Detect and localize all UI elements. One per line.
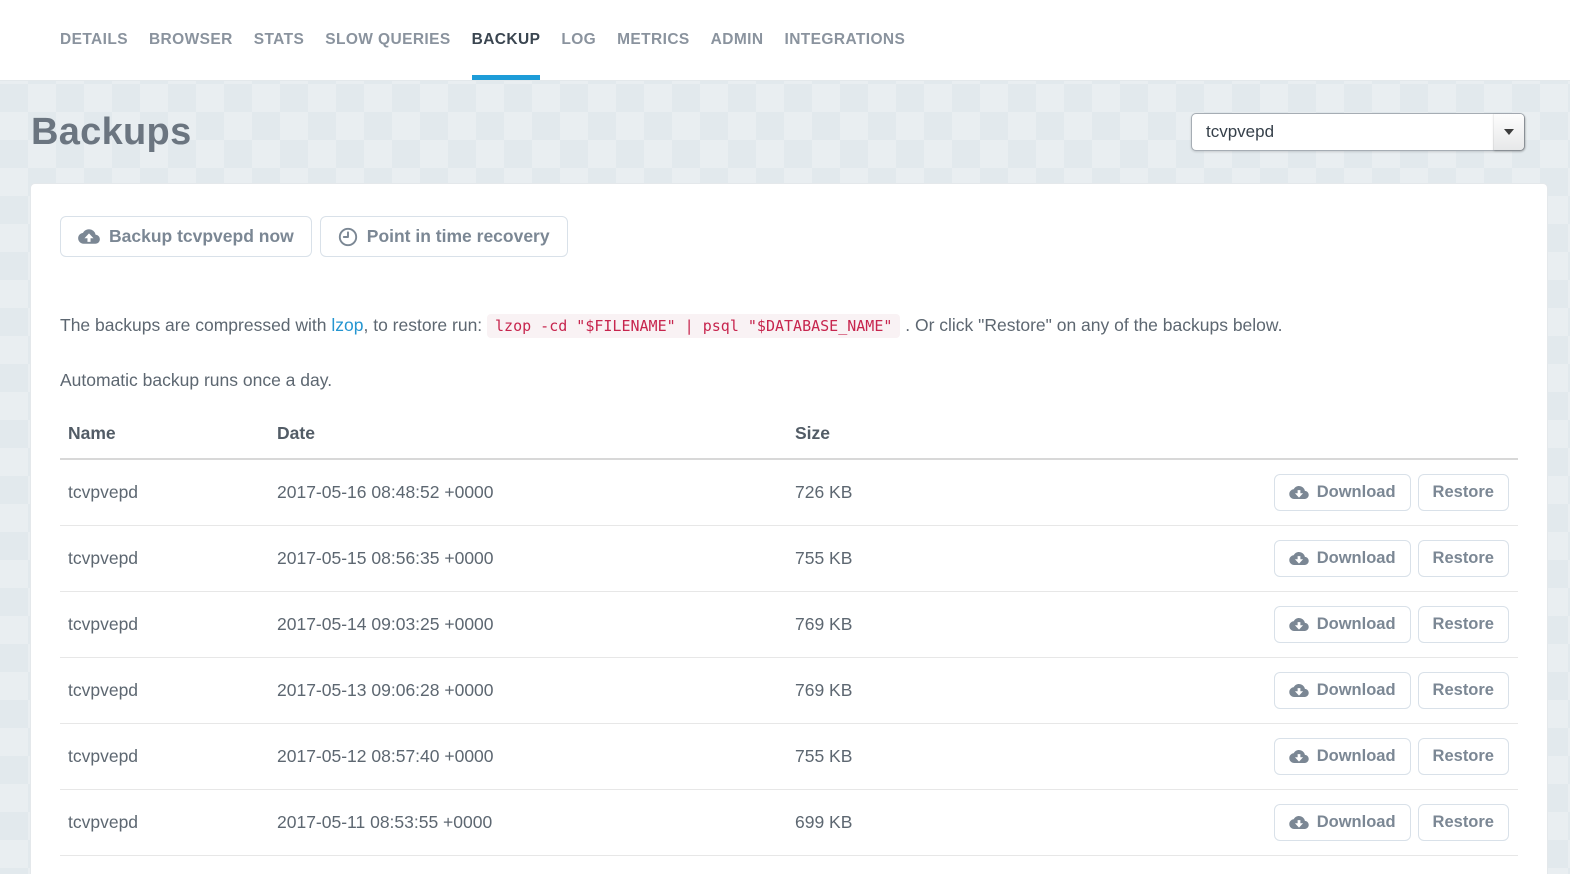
restore-label: Restore: [1432, 680, 1494, 699]
backup-name: tcvpvepd: [60, 789, 269, 856]
restore-button[interactable]: Restore: [1417, 539, 1509, 577]
restore-label: Restore: [1432, 548, 1494, 567]
cloud-upload-icon: [78, 229, 100, 244]
tab-admin[interactable]: ADMIN: [711, 0, 764, 80]
pitr-label: Point in time recovery: [366, 226, 550, 246]
backup-now-label: Backup tcvpvepd now: [109, 226, 294, 246]
tab-log[interactable]: LOG: [561, 0, 596, 80]
download-label: Download: [1316, 746, 1396, 765]
table-row: tcvpvepd 2017-05-15 08:56:35 +0000 755 K…: [60, 525, 1518, 592]
download-button[interactable]: Download: [1273, 671, 1411, 709]
download-button[interactable]: Download: [1273, 539, 1411, 577]
backups-table: Name Date Size tcvpvepd 2017-05-16 08:48…: [60, 407, 1518, 856]
panel-actions: Backup tcvpvepd now Point in time recove…: [60, 216, 1518, 257]
info-after-link: , to restore run:: [363, 315, 488, 335]
info-after-code: . Or click "Restore" on any of the backu…: [900, 315, 1283, 335]
point-in-time-recovery-button[interactable]: Point in time recovery: [319, 216, 568, 257]
backup-size: 726 KB: [787, 459, 1228, 526]
select-arrow-zone: [1493, 114, 1524, 150]
restore-label: Restore: [1432, 746, 1494, 765]
database-select-value: tcvpvepd: [1206, 122, 1275, 141]
download-button[interactable]: Download: [1273, 803, 1411, 841]
clock-icon: [338, 227, 357, 246]
database-select[interactable]: tcvpvepd: [1191, 113, 1525, 151]
backup-date: 2017-05-11 08:53:55 +0000: [269, 789, 787, 856]
page-header: Backups tcvpvepd: [0, 81, 1570, 183]
auto-backup-note: Automatic backup runs once a day.: [60, 370, 333, 390]
cloud-download-icon: [1289, 815, 1309, 829]
col-header-actions: [1228, 407, 1518, 460]
tab-stats[interactable]: STATS: [254, 0, 305, 80]
download-label: Download: [1316, 548, 1396, 567]
table-row: tcvpvepd 2017-05-16 08:48:52 +0000 726 K…: [60, 459, 1518, 526]
lzop-link[interactable]: lzop: [331, 315, 363, 335]
top-nav: DETAILS BROWSER STATS SLOW QUERIES BACKU…: [0, 0, 1570, 81]
tab-metrics[interactable]: METRICS: [617, 0, 690, 80]
restore-button[interactable]: Restore: [1417, 473, 1509, 511]
restore-label: Restore: [1432, 614, 1494, 633]
table-row: tcvpvepd 2017-05-11 08:53:55 +0000 699 K…: [60, 789, 1518, 856]
restore-label: Restore: [1432, 482, 1494, 501]
backup-date: 2017-05-13 09:06:28 +0000: [269, 657, 787, 724]
backup-date: 2017-05-15 08:56:35 +0000: [269, 525, 787, 592]
cloud-download-icon: [1289, 617, 1309, 631]
table-header-row: Name Date Size: [60, 407, 1518, 460]
col-header-date: Date: [269, 407, 787, 460]
backup-size: 755 KB: [787, 723, 1228, 790]
backup-name: tcvpvepd: [60, 657, 269, 724]
backup-size: 755 KB: [787, 525, 1228, 592]
restore-label: Restore: [1432, 812, 1494, 831]
backup-name: tcvpvepd: [60, 591, 269, 658]
download-label: Download: [1316, 812, 1396, 831]
cloud-download-icon: [1289, 485, 1309, 499]
page-title: Backups: [31, 110, 192, 153]
backup-name: tcvpvepd: [60, 723, 269, 790]
cloud-download-icon: [1289, 749, 1309, 763]
tab-slow-queries[interactable]: SLOW QUERIES: [325, 0, 450, 80]
download-button[interactable]: Download: [1273, 473, 1411, 511]
table-row: tcvpvepd 2017-05-12 08:57:40 +0000 755 K…: [60, 723, 1518, 790]
backup-info-text: The backups are compressed with lzop, to…: [60, 313, 1518, 339]
restore-button[interactable]: Restore: [1417, 737, 1509, 775]
chevron-down-icon: [1503, 129, 1514, 135]
backup-name: tcvpvepd: [60, 525, 269, 592]
backup-now-button[interactable]: Backup tcvpvepd now: [60, 216, 312, 257]
backup-date: 2017-05-16 08:48:52 +0000: [269, 459, 787, 526]
backup-size: 769 KB: [787, 657, 1228, 724]
download-label: Download: [1316, 614, 1396, 633]
backup-date: 2017-05-12 08:57:40 +0000: [269, 723, 787, 790]
restore-command-code: lzop -cd "$FILENAME" | psql "$DATABASE_N…: [487, 314, 901, 338]
info-before-link: The backups are compressed with: [60, 315, 332, 335]
col-header-name: Name: [60, 407, 269, 460]
tab-browser[interactable]: BROWSER: [149, 0, 233, 80]
table-row: tcvpvepd 2017-05-13 09:06:28 +0000 769 K…: [60, 657, 1518, 724]
restore-button[interactable]: Restore: [1417, 671, 1509, 709]
col-header-size: Size: [787, 407, 1228, 460]
table-row: tcvpvepd 2017-05-14 09:03:25 +0000 769 K…: [60, 591, 1518, 658]
backup-size: 769 KB: [787, 591, 1228, 658]
download-label: Download: [1316, 680, 1396, 699]
download-button[interactable]: Download: [1273, 737, 1411, 775]
backups-panel: Backup tcvpvepd now Point in time recove…: [30, 183, 1548, 874]
tab-integrations[interactable]: INTEGRATIONS: [784, 0, 905, 80]
cloud-download-icon: [1289, 683, 1309, 697]
backup-date: 2017-05-14 09:03:25 +0000: [269, 591, 787, 658]
tab-backup[interactable]: BACKUP: [472, 0, 541, 80]
restore-button[interactable]: Restore: [1417, 605, 1509, 643]
backup-name: tcvpvepd: [60, 459, 269, 526]
tab-details[interactable]: DETAILS: [60, 0, 128, 80]
cloud-download-icon: [1289, 551, 1309, 565]
backup-size: 699 KB: [787, 789, 1228, 856]
download-label: Download: [1316, 482, 1396, 501]
restore-button[interactable]: Restore: [1417, 803, 1509, 841]
download-button[interactable]: Download: [1273, 605, 1411, 643]
